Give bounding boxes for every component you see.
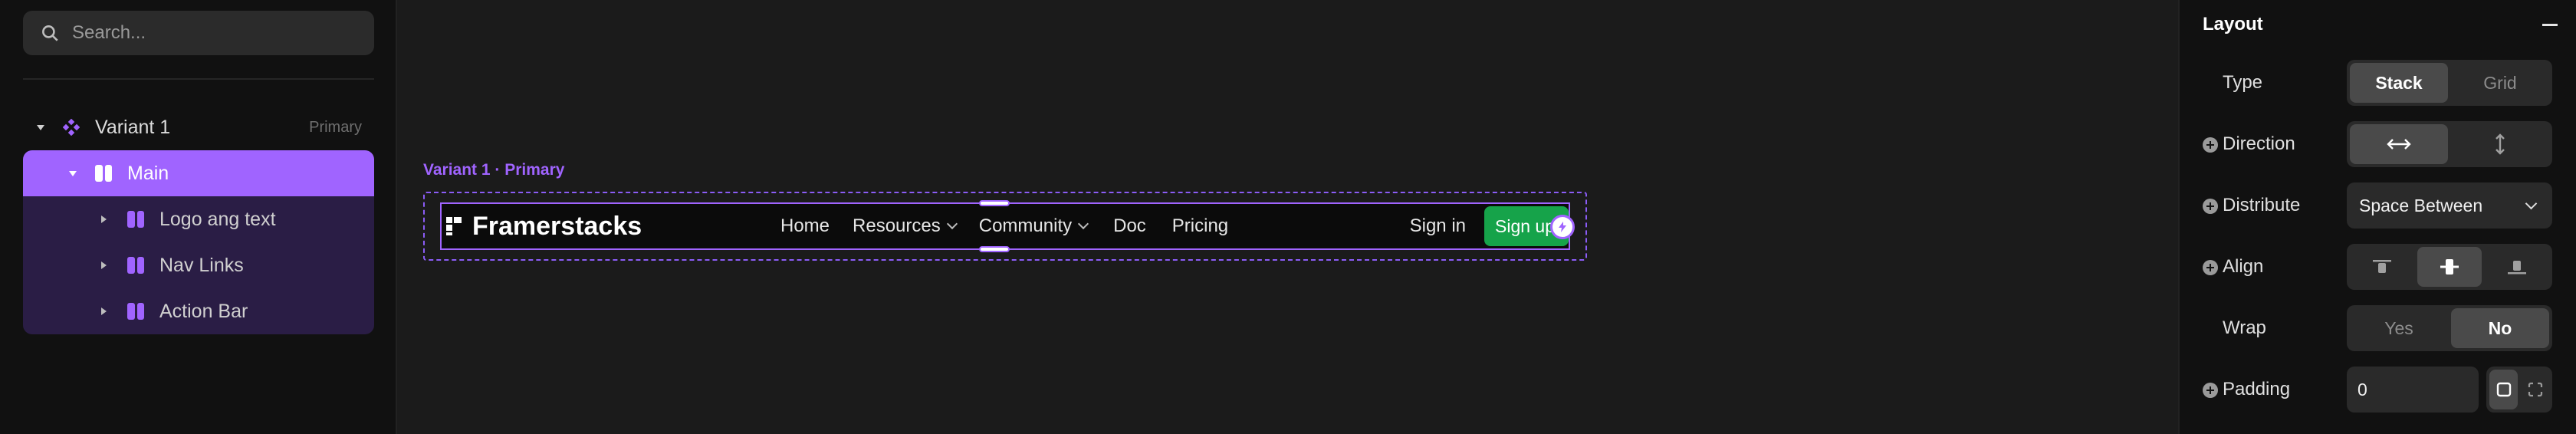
frame-label[interactable]: Variant 1 · Primary — [423, 161, 564, 179]
layer-label: Logo ang text — [159, 208, 276, 230]
layer-action-bar[interactable]: Action Bar — [23, 288, 374, 334]
resize-handle-top[interactable] — [978, 200, 1010, 206]
padding-input[interactable] — [2347, 367, 2479, 413]
layer-label: Action Bar — [159, 300, 248, 322]
stack-icon — [95, 165, 112, 182]
direction-vertical-option[interactable] — [2451, 124, 2549, 164]
nav-link-resources[interactable]: Resources — [853, 215, 958, 237]
padding-individual-icon — [2528, 382, 2542, 397]
type-stack-option[interactable]: Stack — [2350, 63, 2448, 103]
align-top-icon — [2373, 260, 2391, 273]
stack-icon — [127, 211, 144, 228]
prop-label: Padding — [2223, 379, 2291, 399]
chevron-down-icon — [2525, 197, 2538, 210]
divider — [23, 78, 374, 80]
prop-padding: Padding — [2180, 367, 2576, 413]
nav-link-doc[interactable]: Doc — [1113, 215, 1146, 237]
align-center-icon — [2440, 259, 2459, 275]
nav-link-label: Resources — [853, 215, 941, 236]
align-center-option[interactable] — [2417, 247, 2482, 287]
align-toggle — [2347, 244, 2552, 290]
caret-right-icon[interactable] — [101, 307, 107, 315]
padding-mode-toggle — [2486, 367, 2552, 413]
nav-link-label: Community — [978, 215, 1073, 236]
arrow-vertical-icon — [2496, 133, 2505, 155]
nav-links: Home Resources Community Doc Pricing — [780, 200, 1228, 252]
layer-main[interactable]: Main — [23, 150, 374, 196]
prop-align: Align — [2180, 244, 2576, 290]
search-box[interactable] — [23, 11, 374, 55]
framer-logo-icon — [446, 217, 463, 235]
prop-label: Type — [2223, 72, 2263, 93]
nav-link-home[interactable]: Home — [780, 215, 830, 237]
align-top-option[interactable] — [2350, 247, 2414, 287]
main-group: Main Logo ang text Nav Links Action Bar — [23, 150, 374, 334]
layer-label: Variant 1 — [95, 116, 171, 138]
type-grid-option[interactable]: Grid — [2451, 63, 2549, 103]
action-bar: Sign in Sign up — [1410, 204, 1575, 248]
nav-link-pricing[interactable]: Pricing — [1172, 215, 1228, 237]
caret-down-icon[interactable] — [37, 125, 44, 130]
nav-link-community[interactable]: Community — [978, 200, 1089, 252]
prop-label: Wrap — [2223, 317, 2266, 338]
layer-label: Nav Links — [159, 254, 244, 276]
add-icon[interactable] — [2203, 260, 2218, 275]
padding-uniform-icon — [2496, 382, 2511, 397]
prop-type: Type Stack Grid — [2180, 60, 2576, 106]
layer-nav-links[interactable]: Nav Links — [23, 242, 374, 288]
direction-toggle — [2347, 121, 2552, 167]
properties-panel: Layout Type Stack Grid Direction Distrib… — [2178, 0, 2576, 434]
navbar-preview[interactable]: Framerstacks Home Resources Community Do… — [440, 200, 1575, 252]
signin-link[interactable]: Sign in — [1410, 215, 1466, 237]
stack-icon — [127, 257, 144, 274]
brand-name: Framerstacks — [472, 211, 642, 241]
prop-direction: Direction — [2180, 121, 2576, 167]
wrap-toggle: Yes No — [2347, 305, 2552, 351]
add-icon[interactable] — [2203, 199, 2218, 214]
add-icon[interactable] — [2203, 383, 2218, 398]
align-bottom-option[interactable] — [2485, 247, 2549, 287]
brand[interactable]: Framerstacks — [446, 204, 642, 248]
search-icon — [42, 25, 58, 41]
collapse-icon[interactable] — [2542, 24, 2558, 26]
stack-icon — [127, 303, 144, 320]
layer-variant-1[interactable]: Variant 1 Primary — [23, 104, 374, 150]
variant-tag: Primary — [309, 118, 362, 136]
direction-horizontal-option[interactable] — [2350, 124, 2448, 164]
layer-tree: Variant 1 Primary Main Logo ang text Nav… — [23, 104, 374, 334]
align-bottom-icon — [2508, 261, 2526, 275]
layer-label: Main — [127, 162, 169, 184]
prop-wrap: Wrap Yes No — [2180, 305, 2576, 351]
bolt-icon[interactable] — [1550, 215, 1575, 239]
wrap-no-option[interactable]: No — [2451, 308, 2549, 348]
padding-uniform-option[interactable] — [2489, 370, 2518, 409]
prop-distribute: Distribute Space Between — [2180, 182, 2576, 229]
layers-panel: Variant 1 Primary Main Logo ang text Nav… — [0, 0, 397, 434]
search-input[interactable] — [72, 22, 363, 44]
caret-down-icon[interactable] — [69, 171, 77, 176]
prop-label: Distribute — [2223, 195, 2301, 215]
wrap-yes-option[interactable]: Yes — [2350, 308, 2448, 348]
add-icon[interactable] — [2203, 137, 2218, 153]
prop-label: Align — [2223, 256, 2264, 277]
canvas[interactable]: Variant 1 · Primary Framerstacks Home Re… — [397, 0, 2178, 434]
chevron-down-icon — [946, 218, 958, 230]
component-icon — [63, 119, 80, 136]
arrow-horizontal-icon — [2387, 139, 2411, 150]
padding-individual-option[interactable] — [2521, 370, 2549, 409]
caret-right-icon[interactable] — [101, 215, 107, 223]
resize-handle-bottom[interactable] — [978, 246, 1010, 252]
type-toggle: Stack Grid — [2347, 60, 2552, 106]
distribute-value: Space Between — [2359, 195, 2483, 215]
chevron-down-icon — [1078, 218, 1089, 230]
prop-label: Direction — [2223, 133, 2295, 154]
distribute-select[interactable]: Space Between — [2347, 182, 2552, 229]
section-title: Layout — [2203, 14, 2263, 35]
caret-right-icon[interactable] — [101, 261, 107, 269]
layer-logo-and-text[interactable]: Logo ang text — [23, 196, 374, 242]
